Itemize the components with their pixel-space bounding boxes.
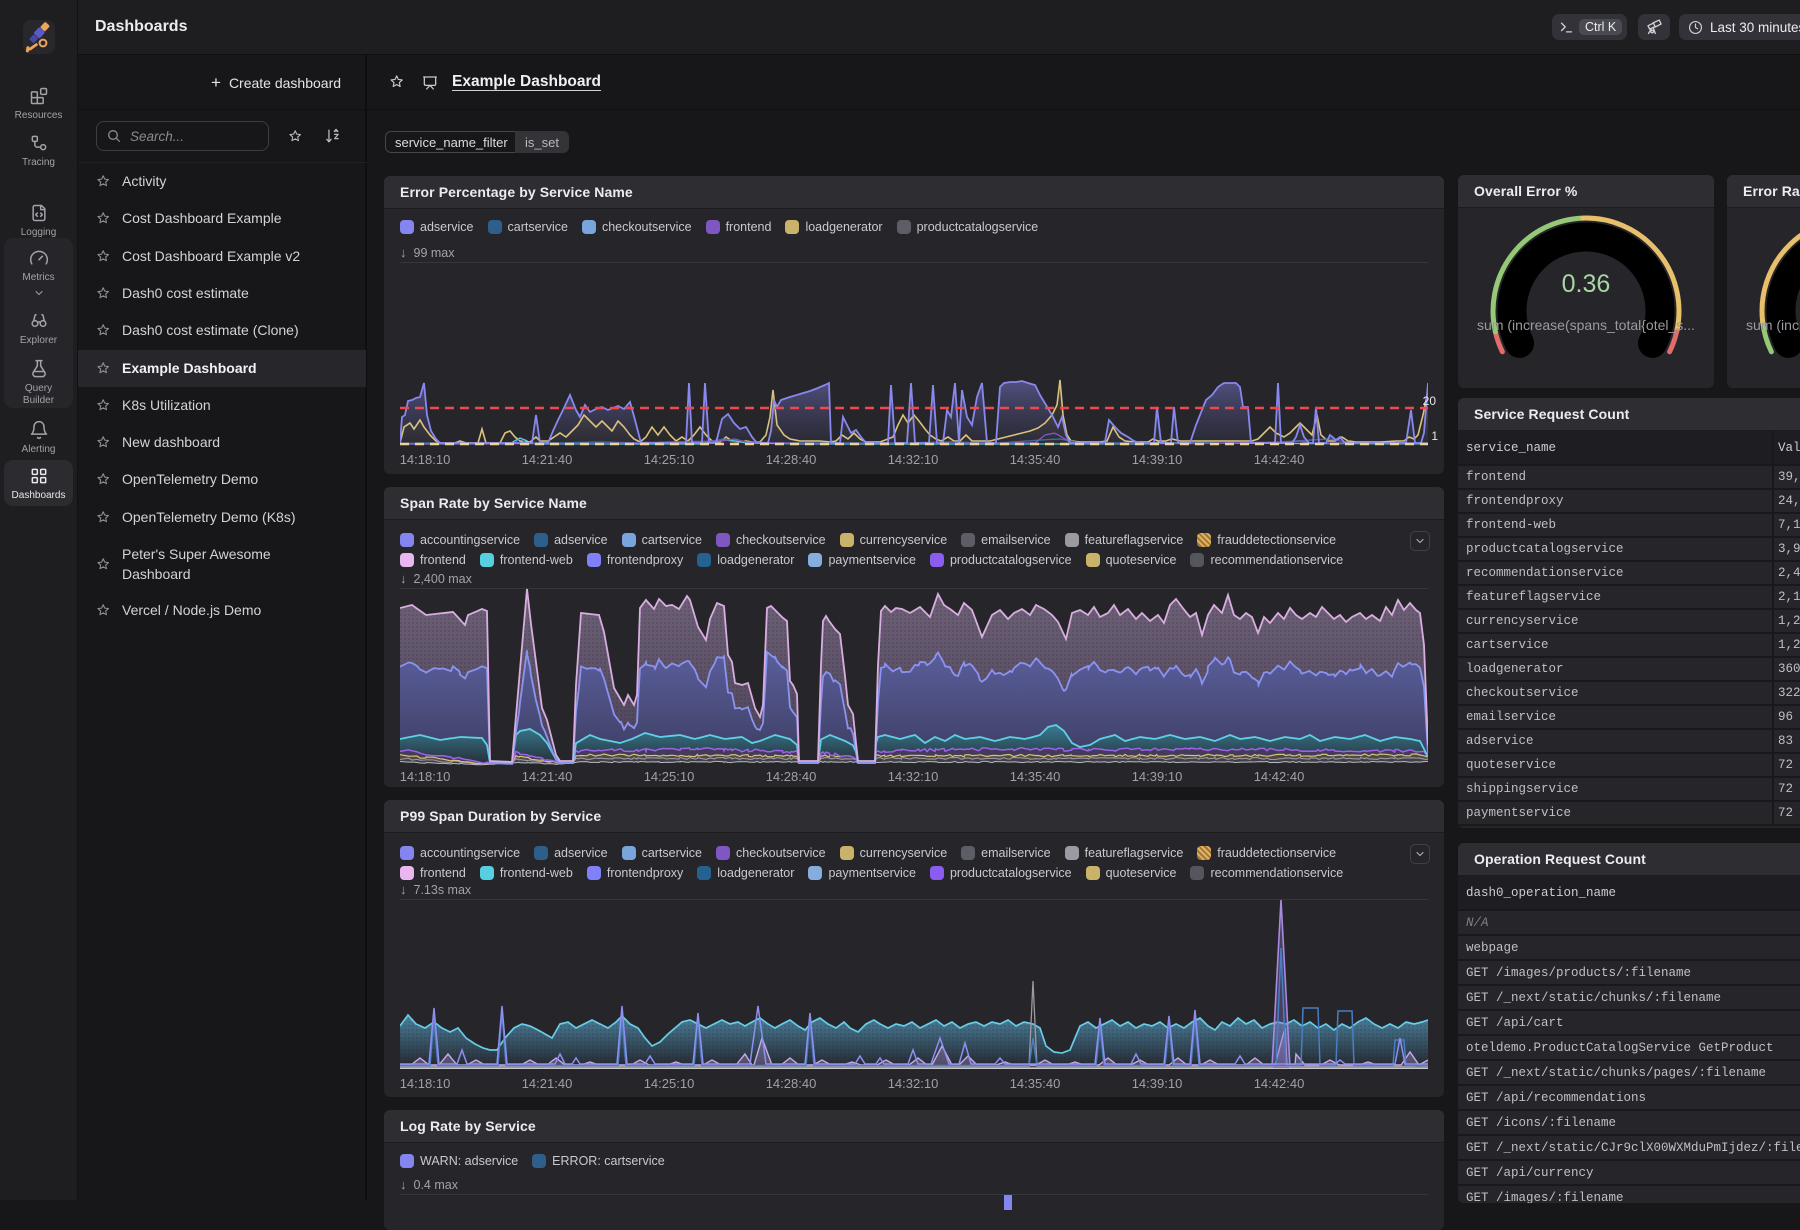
svg-text:0.36: 0.36 (1562, 270, 1611, 298)
